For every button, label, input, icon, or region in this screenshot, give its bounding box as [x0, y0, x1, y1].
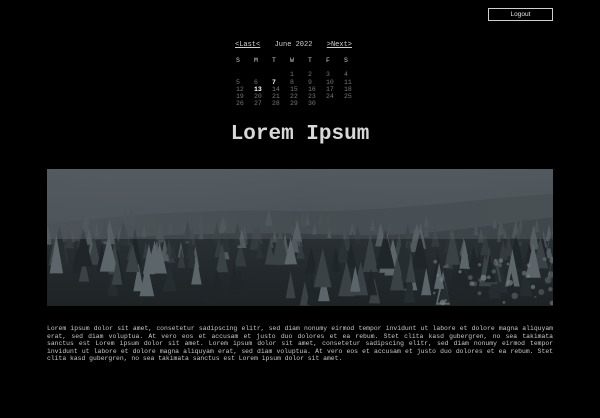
calendar-day[interactable]: 21 — [272, 93, 290, 100]
snow-patch-shape — [530, 284, 536, 290]
calendar: <Last< June 2022 >Next> SMTWTFS123456789… — [232, 41, 356, 107]
calendar-empty-cell — [344, 100, 362, 107]
snow-patch-shape — [477, 278, 482, 283]
calendar-day[interactable]: 22 — [290, 93, 308, 100]
calendar-spacer — [254, 64, 272, 71]
snow-patch-shape — [477, 291, 482, 296]
snow-patch-shape — [527, 274, 530, 278]
calendar-empty-cell — [326, 100, 344, 107]
calendar-day[interactable]: 1 — [290, 71, 308, 78]
calendar-day[interactable]: 29 — [290, 100, 308, 107]
snow-patch-shape — [432, 291, 436, 295]
snow-patch-shape — [458, 270, 462, 274]
snow-patch-shape — [542, 257, 547, 262]
snow-patch-shape — [445, 264, 449, 268]
calendar-day[interactable]: 14 — [272, 86, 290, 93]
snow-patch-shape — [491, 269, 496, 274]
calendar-day[interactable]: 11 — [344, 79, 362, 86]
snow-patch-shape — [521, 270, 527, 276]
calendar-day[interactable]: 28 — [272, 100, 290, 107]
snow-patch-shape — [534, 295, 537, 299]
weekday-label: M — [254, 57, 258, 64]
calendar-spacer — [326, 64, 344, 71]
snow-patch-shape — [502, 301, 506, 304]
calendar-spacer — [344, 64, 362, 71]
calendar-day[interactable]: 23 — [308, 93, 326, 100]
calendar-day[interactable]: 16 — [308, 86, 326, 93]
calendar-day[interactable]: 26 — [236, 100, 254, 107]
calendar-day[interactable]: 12 — [236, 86, 254, 93]
hero-image — [47, 169, 553, 306]
snow-patch-shape — [467, 275, 473, 280]
weekday-label: F — [326, 57, 330, 64]
calendar-empty-cell — [236, 71, 254, 78]
calendar-day[interactable]: 10 — [326, 79, 344, 86]
calendar-day[interactable]: 7 — [272, 79, 290, 86]
prev-month-link[interactable]: <Last< — [235, 41, 260, 50]
snow-patch-shape — [472, 281, 478, 287]
calendar-spacer — [272, 64, 290, 71]
calendar-grid: S M T W T F S 1 2 3 4 5 6 7 8 9 10 11 12 13 14 15 16 17 18 19 20 21… — [232, 57, 356, 107]
calendar-day[interactable]: 27 — [254, 100, 272, 107]
snow-patch-shape — [498, 263, 502, 268]
calendar-empty-cell — [272, 71, 290, 78]
calendar-header: <Last< June 2022 >Next> — [232, 41, 356, 50]
calendar-spacer — [290, 64, 308, 71]
calendar-spacer — [308, 64, 326, 71]
snow-patch-shape — [477, 263, 482, 267]
snow-patch-shape — [494, 258, 497, 262]
calendar-day[interactable]: 13 — [254, 86, 272, 93]
snow-patch-shape — [544, 276, 552, 284]
snow-patch-shape — [548, 287, 553, 292]
snow-patch-shape — [433, 259, 438, 264]
calendar-day[interactable]: 25 — [344, 93, 362, 100]
calendar-day[interactable]: 18 — [344, 86, 362, 93]
calendar-day[interactable]: 17 — [326, 86, 344, 93]
month-label: June 2022 — [274, 41, 313, 49]
snow-patch-shape — [506, 262, 510, 266]
calendar-day[interactable]: 19 — [236, 93, 254, 100]
body-paragraph: Lorem ipsum dolor sit amet, consetetur s… — [47, 325, 553, 363]
calendar-day[interactable]: 20 — [254, 93, 272, 100]
weekday-label: S — [236, 57, 240, 64]
calendar-empty-cell — [254, 71, 272, 78]
calendar-day[interactable]: 24 — [326, 93, 344, 100]
snow-patch-shape — [439, 277, 444, 282]
calendar-day[interactable]: 3 — [326, 71, 344, 78]
snow-patch-shape — [508, 280, 514, 286]
weekday-label: T — [308, 57, 312, 64]
snow-patch-shape — [498, 258, 504, 263]
calendar-day[interactable]: 8 — [290, 79, 308, 86]
calendar-day[interactable]: 6 — [254, 79, 272, 86]
snow-patch-shape — [436, 273, 440, 277]
snow-patch-shape — [439, 299, 446, 306]
calendar-spacer — [236, 64, 254, 71]
logout-button[interactable]: Logout — [488, 8, 553, 21]
weekday-label: S — [344, 57, 348, 64]
weekday-label: W — [290, 57, 294, 64]
calendar-day[interactable]: 5 — [236, 79, 254, 86]
snow-patch-shape — [526, 263, 531, 268]
calendar-day[interactable]: 15 — [290, 86, 308, 93]
page-title: Lorem Ipsum — [230, 123, 370, 146]
snow-patch-shape — [486, 275, 491, 280]
snow-patch-shape — [538, 289, 545, 295]
weekday-label: T — [272, 57, 276, 64]
calendar-day[interactable]: 9 — [308, 79, 326, 86]
snow-patch-shape — [511, 292, 518, 299]
snow-patch-shape — [467, 266, 471, 270]
calendar-day[interactable]: 30 — [308, 100, 326, 107]
next-month-link[interactable]: >Next> — [327, 41, 352, 50]
calendar-day[interactable]: 2 — [308, 71, 326, 78]
calendar-day[interactable]: 4 — [344, 71, 362, 78]
